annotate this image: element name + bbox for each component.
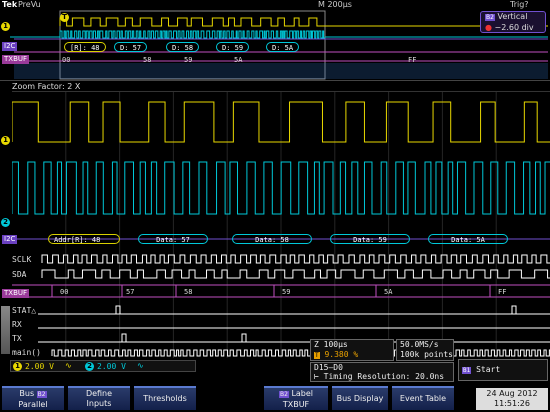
prevu-txbuf-value: 00 xyxy=(62,56,71,64)
zoom-time: Z 100µs xyxy=(314,340,348,349)
b2-badge-icon: B2 xyxy=(485,14,495,21)
timing-icon: ⊢ xyxy=(314,372,319,381)
zoom-factor-label: Zoom Factor: 2 X xyxy=(12,82,81,91)
zoom-i2c-data: Data: 59 xyxy=(330,234,410,244)
bus-button-label: Bus xyxy=(19,389,35,398)
define-label: Define xyxy=(85,389,113,398)
brand-label: Tek xyxy=(2,0,18,9)
define-inputs-button[interactable]: Define Inputs xyxy=(68,386,130,410)
ch1-bw-icon: ∿ xyxy=(65,361,72,370)
zoom-txbuf-value: FF xyxy=(498,288,507,296)
vertical-value: −2.60 div xyxy=(494,23,534,32)
ch1-scale[interactable]: 2.00 V xyxy=(25,362,54,371)
zoom-i2c-data: Data: 57 xyxy=(138,234,208,244)
label-button-value: TXBUF xyxy=(282,400,310,409)
ch2-bw-icon: ∿ xyxy=(137,361,144,370)
timing-resolution: Timing Resolution: 20.0ns xyxy=(323,372,445,381)
stat-label: STAT△ xyxy=(12,306,37,315)
rx-label: RX xyxy=(12,320,22,329)
zoom-waveforms xyxy=(12,92,550,358)
sda-trace xyxy=(41,269,550,279)
prevu-label: PreVu xyxy=(18,0,41,9)
bus-display-button[interactable]: Bus Display xyxy=(332,386,388,410)
bus-type-button[interactable]: Bus B2 Parallel xyxy=(2,386,64,410)
t-marker-icon: T xyxy=(314,352,320,359)
zoom-window[interactable]: Addr[R]: 48 Data: 57 Data: 58 Data: 59 D… xyxy=(12,91,550,358)
zoom-txbuf-value: 00 xyxy=(60,288,69,296)
zoom-readout[interactable]: Z 100µs T 9.380 % xyxy=(310,339,394,361)
zoom-txbuf-value: 5A xyxy=(384,288,393,296)
bus-range: D15–D0 xyxy=(314,363,343,372)
ch1-marker[interactable]: 1 xyxy=(1,22,10,31)
zoom-ch2-trace xyxy=(12,161,550,215)
prevu-ch2-trace xyxy=(59,30,325,39)
sclk-label: SCLK xyxy=(12,255,32,264)
prevu-i2c-data: D: 58 xyxy=(166,42,200,52)
sclk-trace xyxy=(41,254,550,264)
timebase-readout: M 200µs xyxy=(318,0,352,9)
inputs-label: Inputs xyxy=(86,399,112,408)
tx-pulse xyxy=(121,333,127,343)
zoom-txbuf-value: 59 xyxy=(282,288,291,296)
b1-badge-icon: B1 xyxy=(462,367,472,374)
bus-info-readout[interactable]: D15–D0 ⊢ Timing Resolution: 20.0ns xyxy=(310,362,454,382)
zoom-i2c-data: Data: 58 xyxy=(232,234,312,244)
zoom-position: 9.380 % xyxy=(324,350,359,359)
zoom-txbuf-tag[interactable]: TXBUF xyxy=(2,289,30,298)
prevu-txbuf-value: 58 xyxy=(143,56,152,64)
bus-button-value: Parallel xyxy=(18,400,48,409)
prevu-i2c-tag[interactable]: I2C xyxy=(2,42,18,51)
stat-pulse xyxy=(511,305,517,315)
prevu-window[interactable]: T 1 I2C TXBUF B2 Vertical ● −2.60 div [R… xyxy=(0,9,550,81)
trigger-readout[interactable]: B1 Start xyxy=(458,359,548,381)
zoom-txbuf-value: 57 xyxy=(126,288,135,296)
date-time-display: 24 Aug 2012 11:51:26 xyxy=(476,388,548,410)
prevu-i2c-data: D: 57 xyxy=(114,42,148,52)
prevu-txbuf-value: FF xyxy=(408,56,417,64)
prevu-i2c-data: D: 5A xyxy=(266,42,300,52)
sda-label: SDA xyxy=(12,270,27,279)
tx-pulse xyxy=(241,333,247,343)
thresholds-button[interactable]: Thresholds xyxy=(134,386,196,410)
record-length: 100k points xyxy=(400,350,453,359)
prevu-i2c-data: D: 59 xyxy=(216,42,250,52)
vertical-label: Vertical xyxy=(497,12,528,21)
tx-label: TX xyxy=(12,334,22,343)
prevu-txbuf-tag[interactable]: TXBUF xyxy=(2,55,30,64)
zoom-i2c-tag[interactable]: I2C xyxy=(2,235,18,244)
channel-scale-bar[interactable]: 1 2.00 V ∿ 2 2.00 V ∿ xyxy=(10,360,196,372)
prevu-txbuf-value: 5A xyxy=(234,56,243,64)
main-label: main() xyxy=(12,348,41,357)
time: 11:51:26 xyxy=(494,399,530,408)
trigger-marker-icon[interactable]: T xyxy=(60,13,69,22)
date: 24 Aug 2012 xyxy=(486,389,538,398)
label-button[interactable]: B2 Label TXBUF xyxy=(264,386,328,410)
ch1-marker[interactable]: 1 xyxy=(1,136,10,145)
trigger-status: Trig? xyxy=(510,0,529,9)
b2-badge-icon: B2 xyxy=(36,391,47,398)
ch2-scale-marker: 2 xyxy=(85,362,94,371)
position-icon: ● xyxy=(485,23,492,32)
vertical-readout[interactable]: B2 Vertical ● −2.60 div xyxy=(480,11,546,33)
ch1-scale-marker: 1 xyxy=(13,362,22,371)
label-button-label: Label xyxy=(291,389,314,398)
zoom-txbuf-value: 58 xyxy=(184,288,193,296)
acquisition-readout[interactable]: 50.0MS/s 100k points xyxy=(396,339,454,361)
prevu-txbuf-value: 59 xyxy=(184,56,193,64)
b2-badge-icon: B2 xyxy=(278,391,289,398)
prevu-ch1-trace xyxy=(59,17,325,27)
event-table-button[interactable]: Event Table xyxy=(392,386,454,410)
zoom-i2c-data: Data: 5A xyxy=(428,234,508,244)
prevu-i2c-addr: [R]: 48 xyxy=(64,42,106,52)
ch2-marker[interactable]: 2 xyxy=(1,218,10,227)
main-trace xyxy=(51,349,550,357)
sample-rate: 50.0MS/s xyxy=(400,340,439,349)
trigger-mode: Start xyxy=(476,365,501,374)
digital-group-bar xyxy=(1,306,10,354)
ch2-scale[interactable]: 2.00 V xyxy=(97,362,126,371)
zoom-i2c-addr: Addr[R]: 48 xyxy=(48,234,120,244)
